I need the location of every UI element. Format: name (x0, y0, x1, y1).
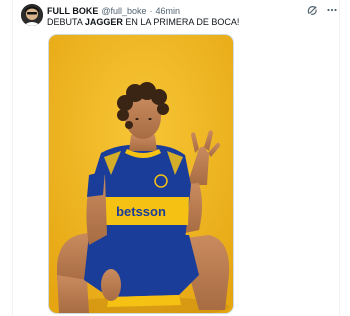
tweet-actions (306, 4, 338, 16)
tweet[interactable]: FULL BOKE @full_boke · 46min DEBUTA JAGG… (0, 0, 350, 316)
tweet-text: DEBUTA JAGGER EN LA PRIMERA DE BOCA! (47, 17, 239, 27)
meta-separator: · (149, 6, 153, 16)
jersey-sponsor: betsson (116, 204, 166, 219)
tweet-timestamp[interactable]: 46min (156, 6, 181, 16)
author-handle[interactable]: @full_boke (101, 6, 146, 16)
avatar[interactable] (21, 4, 43, 26)
author-display-name[interactable]: FULL BOKE (47, 6, 98, 16)
tweet-photo[interactable]: betsson (48, 34, 234, 314)
grok-icon[interactable] (306, 4, 318, 16)
more-icon[interactable] (326, 4, 338, 16)
player-photo: betsson (49, 35, 233, 313)
tweet-header: FULL BOKE @full_boke · 46min (47, 5, 180, 17)
tweet-text-bold: JAGGER (84, 17, 123, 27)
tweet-text-part: EN LA PRIMERA DE BOCA! (122, 17, 240, 27)
tweet-text-part: DEBUTA (47, 17, 85, 27)
